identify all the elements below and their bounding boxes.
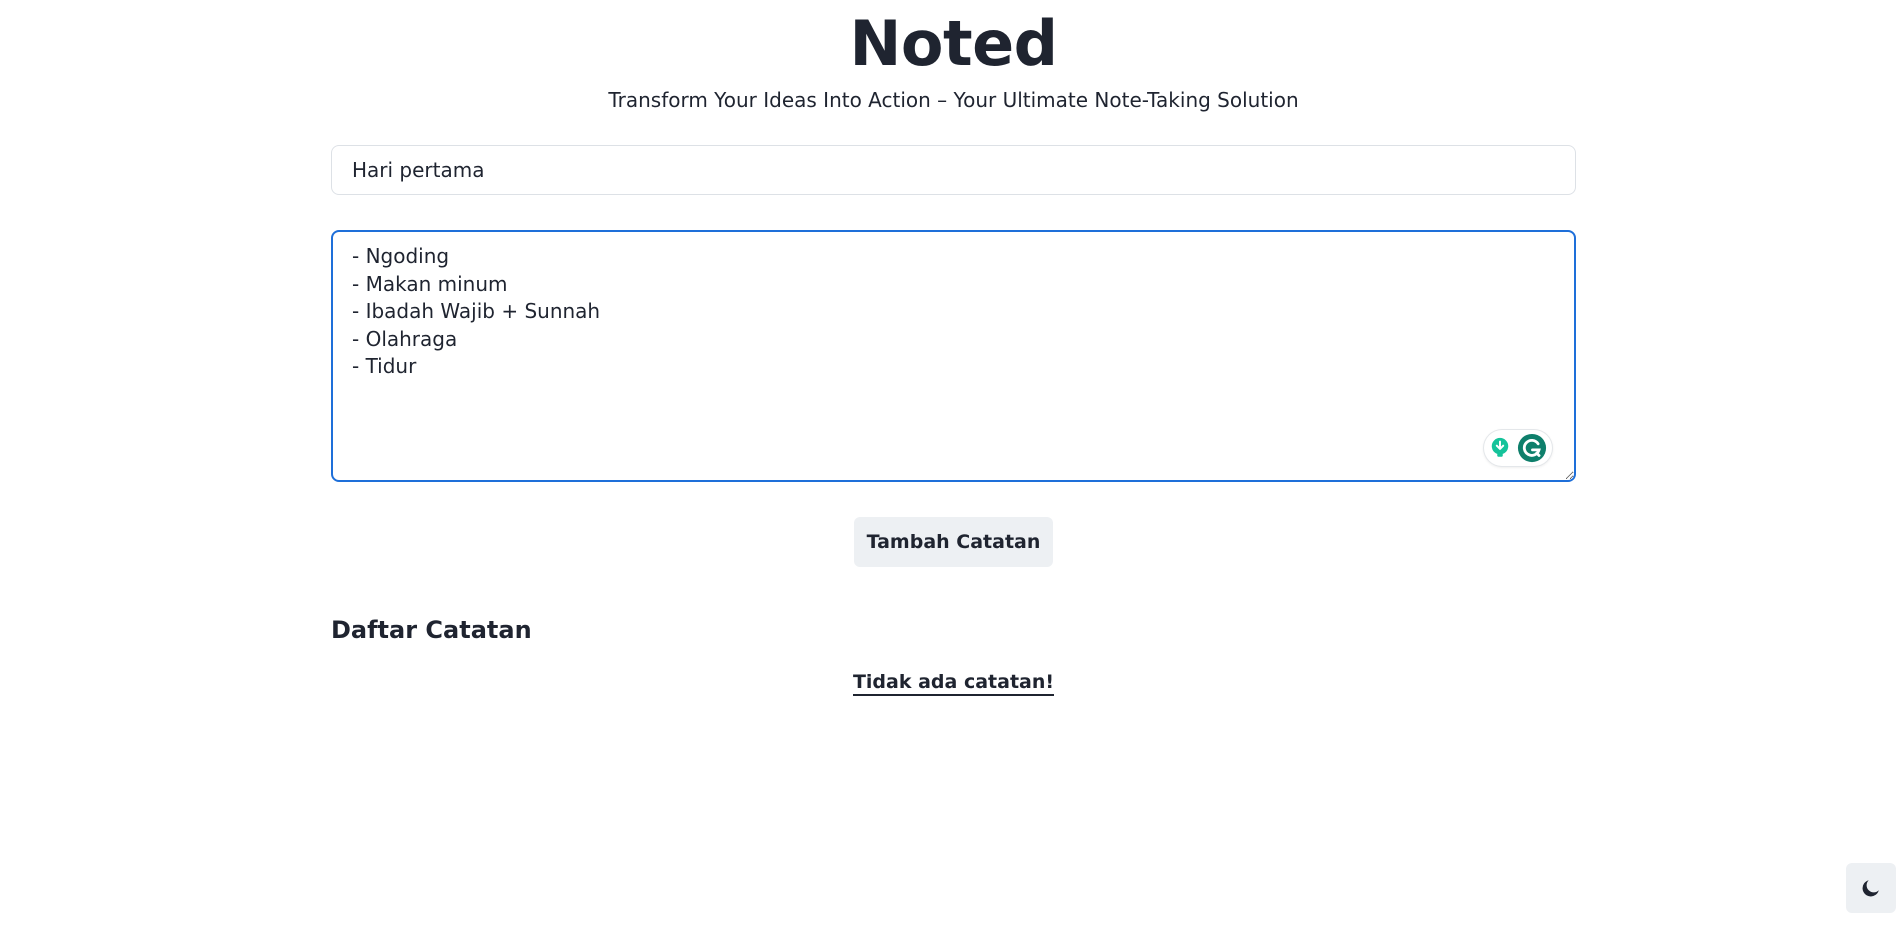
app-title: Noted	[849, 7, 1058, 80]
app-page: Noted Transform Your Ideas Into Action –…	[0, 0, 1903, 930]
empty-notes-text: Tidak ada catatan!	[852, 671, 1055, 696]
add-note-button[interactable]: Tambah Catatan	[854, 517, 1053, 567]
grammarly-g-icon[interactable]	[1517, 433, 1547, 463]
grammarly-widget[interactable]	[1484, 430, 1552, 466]
notes-list-heading: Daftar Catatan	[331, 616, 532, 644]
empty-notes-message: Tidak ada catatan!	[331, 668, 1576, 696]
app-subtitle: Transform Your Ideas Into Action – Your …	[608, 88, 1299, 112]
theme-toggle-button[interactable]	[1846, 863, 1896, 913]
main-container: Noted Transform Your Ideas Into Action –…	[331, 0, 1576, 696]
note-body-textarea[interactable]: - Ngoding - Makan minum - Ibadah Wajib +…	[331, 230, 1576, 482]
note-title-input[interactable]	[331, 145, 1576, 195]
note-body-wrapper: - Ngoding - Makan minum - Ibadah Wajib +…	[331, 230, 1576, 482]
lightbulb-icon[interactable]	[1489, 437, 1511, 459]
moon-icon	[1862, 880, 1879, 897]
